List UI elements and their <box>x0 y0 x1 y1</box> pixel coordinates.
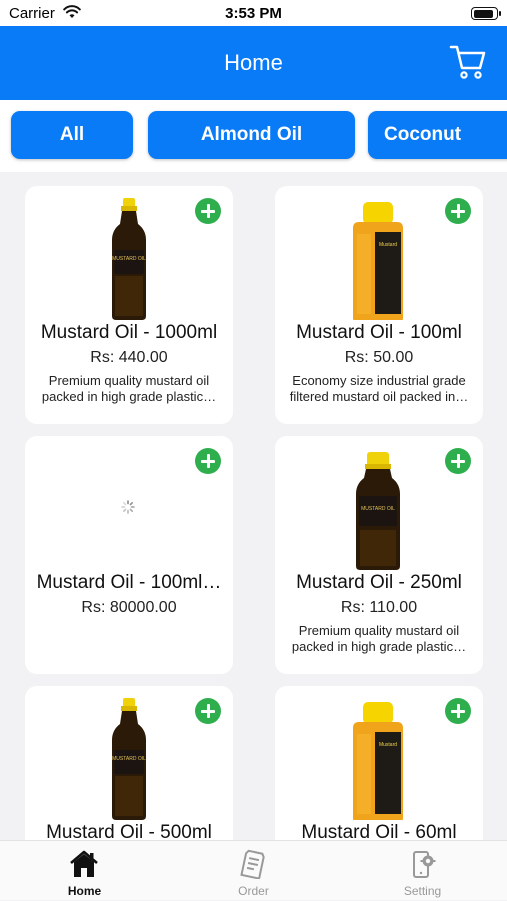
product-name: Mustard Oil - 100ml… <box>36 572 222 593</box>
product-price: Rs: 80000.00 <box>81 599 177 616</box>
tab-home[interactable]: Home <box>0 841 169 901</box>
product-card[interactable]: MUSTARD OIL Mustard Oil - 1000ml Rs: 440… <box>25 186 233 424</box>
loading-spinner-icon <box>121 500 135 514</box>
tab-label: Setting <box>403 884 442 898</box>
category-chip-coconut[interactable]: Coconut <box>368 111 507 159</box>
product-card[interactable]: MUSTARD OIL Mustard Oil - 250ml Rs: 110.… <box>275 436 483 674</box>
category-chip-label: Almond Oil <box>200 124 303 145</box>
tab-label: Order <box>238 884 269 898</box>
svg-text:MUSTARD OIL: MUSTARD OIL <box>112 256 146 262</box>
category-chip-all[interactable]: All <box>11 111 133 159</box>
product-name: Mustard Oil - 100ml <box>296 322 462 343</box>
product-card[interactable]: Mustard Mustard Oil - 60ml <box>275 686 483 840</box>
battery-icon <box>471 7 501 20</box>
add-to-cart-button[interactable] <box>195 448 221 474</box>
svg-text:MUSTARD OIL: MUSTARD OIL <box>361 506 395 512</box>
home-icon <box>70 850 98 877</box>
bottom-tab-bar: Home Order Setting <box>0 840 507 900</box>
settings-phone-icon <box>413 851 436 878</box>
product-name: Mustard Oil - 250ml <box>296 572 462 593</box>
page-title: Home <box>224 50 283 75</box>
add-to-cart-button[interactable] <box>445 448 471 474</box>
product-price: Rs: 110.00 <box>340 599 418 616</box>
add-to-cart-button[interactable] <box>445 198 471 224</box>
add-to-cart-button[interactable] <box>195 698 221 724</box>
svg-text:Mustard: Mustard <box>379 242 397 248</box>
tab-label: Home <box>67 884 102 898</box>
product-description <box>37 623 221 656</box>
category-chip-label: Coconut <box>384 124 462 145</box>
product-name: Mustard Oil - 1000ml <box>40 322 218 343</box>
add-to-cart-button[interactable] <box>195 198 221 224</box>
category-chip-label: All <box>59 124 85 145</box>
product-name: Mustard Oil - 60ml <box>301 822 457 840</box>
svg-text:Mustard: Mustard <box>379 742 397 748</box>
product-price: Rs: 50.00 <box>344 349 414 366</box>
product-card[interactable]: Mustard Oil - 100ml… Rs: 80000.00 <box>25 436 233 674</box>
category-filter-bar: All Almond Oil Coconut <box>0 100 507 172</box>
product-description: Premium quality mustard oil packed in hi… <box>41 373 217 404</box>
product-name: Mustard Oil - 500ml <box>46 822 212 840</box>
product-description: Economy size industrial grade filtered m… <box>289 373 469 404</box>
order-icon <box>240 849 265 879</box>
product-price: Rs: 440.00 <box>90 349 168 366</box>
category-chip-almond-oil[interactable]: Almond Oil <box>148 111 355 159</box>
tab-order[interactable]: Order <box>169 841 338 901</box>
cart-icon[interactable] <box>449 43 487 81</box>
app-header: Home <box>0 26 507 100</box>
svg-text:MUSTARD OIL: MUSTARD OIL <box>112 756 146 762</box>
product-card[interactable]: MUSTARD OIL Mustard Oil - 500ml <box>25 686 233 840</box>
product-description: Premium quality mustard oil packed in hi… <box>291 623 467 654</box>
add-to-cart-button[interactable] <box>445 698 471 724</box>
product-grid: MUSTARD OIL Mustard Oil - 1000ml Rs: 440… <box>0 172 507 840</box>
status-bar: Carrier 3:53 PM <box>0 0 507 26</box>
product-card[interactable]: Mustard Mustard Oil - 100ml Rs: 50.00 Ec… <box>275 186 483 424</box>
tab-setting[interactable]: Setting <box>338 841 507 901</box>
status-time: 3:53 PM <box>225 5 282 22</box>
battery-level <box>473 9 494 18</box>
